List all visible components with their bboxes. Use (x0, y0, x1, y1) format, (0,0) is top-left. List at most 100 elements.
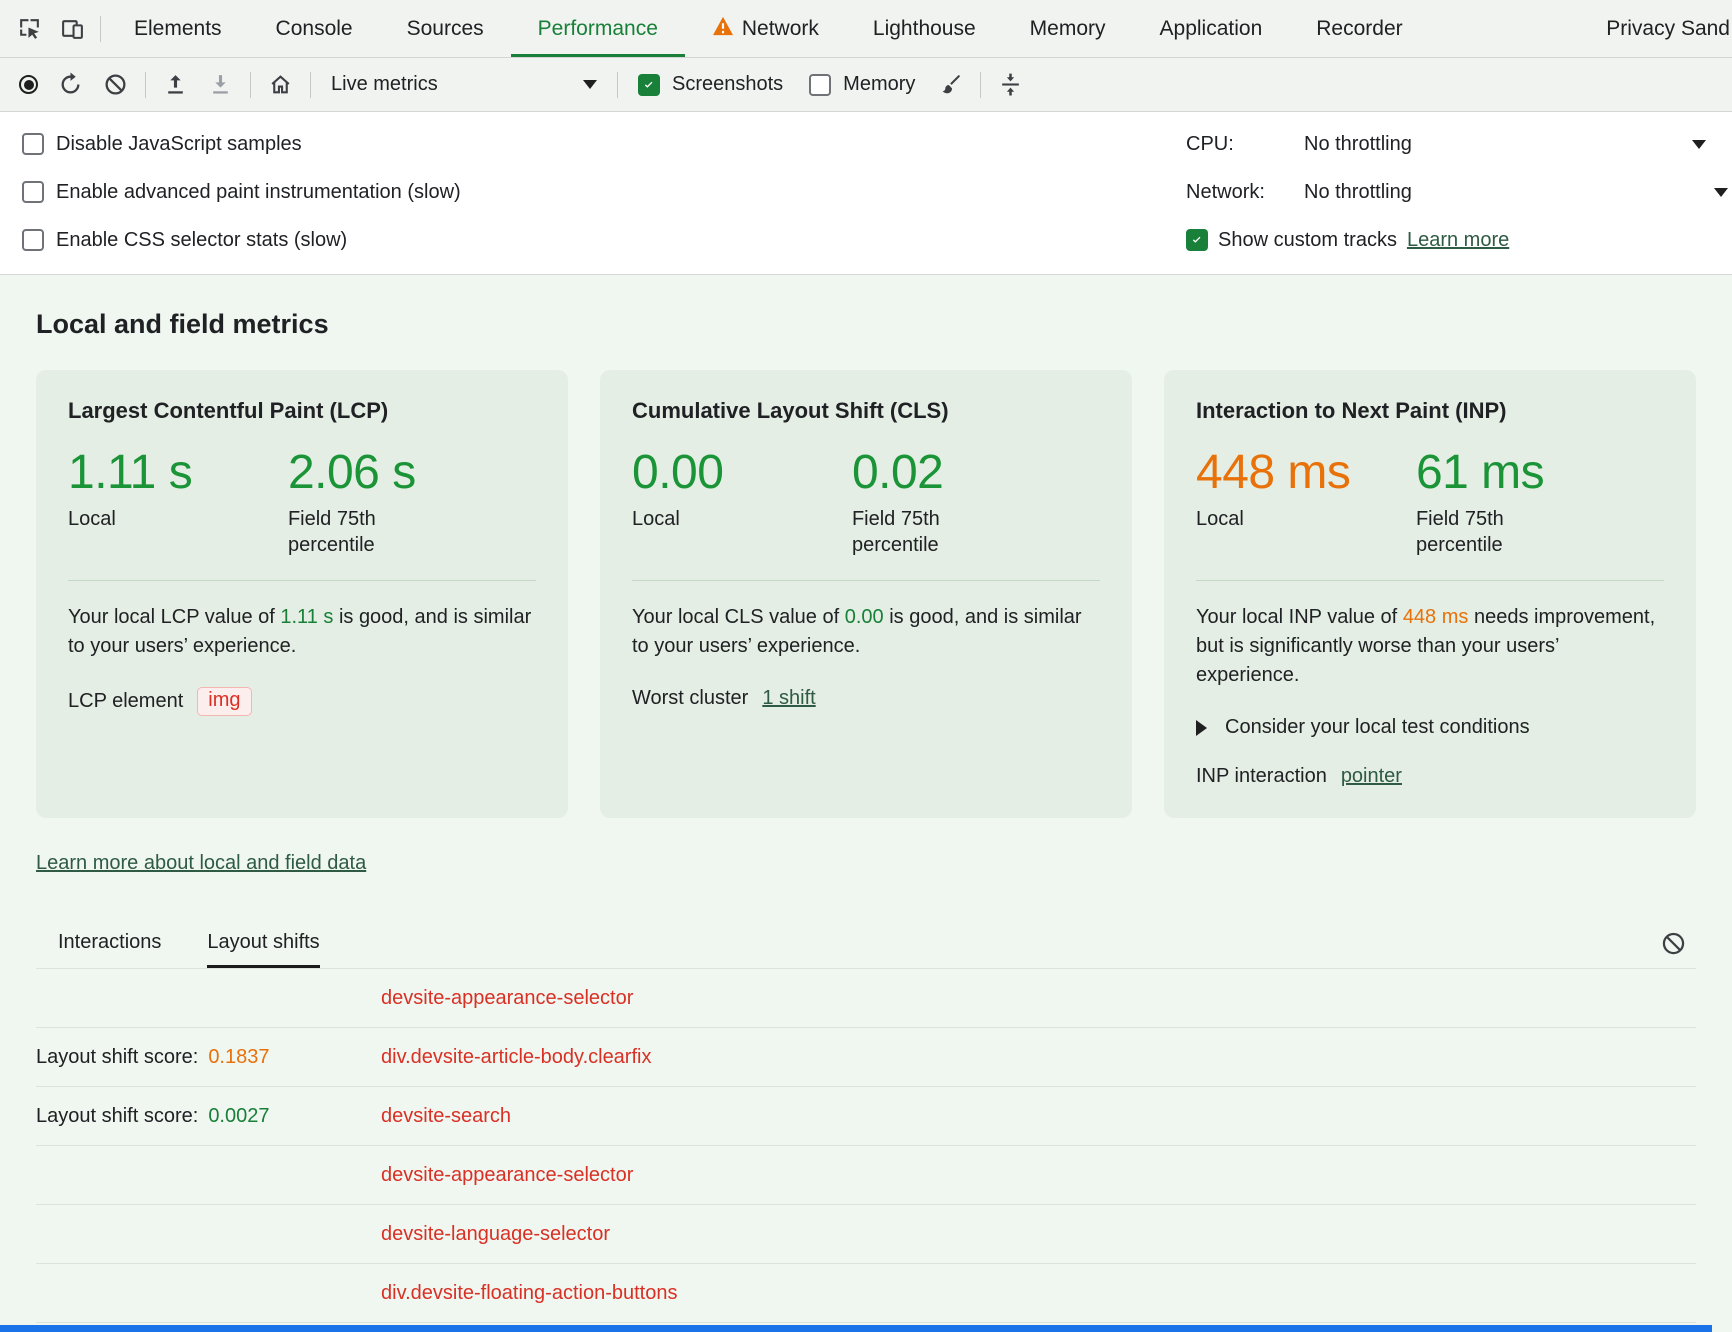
element-link[interactable]: devsite-appearance-selector (381, 1164, 633, 1187)
tab-recorder[interactable]: Recorder (1289, 0, 1429, 57)
tab-sources[interactable]: Sources (380, 0, 511, 57)
tab-layout-shifts[interactable]: Layout shifts (207, 931, 319, 968)
lcp-card-title: Largest Contentful Paint (LCP) (68, 398, 536, 424)
element-link[interactable]: div.devsite-floating-action-buttons (381, 1282, 677, 1305)
lcp-field-value: 2.06 s (288, 448, 508, 498)
home-icon[interactable] (259, 67, 302, 102)
checkbox-unchecked-icon (22, 133, 44, 155)
warning-triangle-icon (712, 16, 734, 42)
brush-icon[interactable] (929, 67, 972, 102)
local-test-conditions-expander[interactable]: Consider your local test conditions (1196, 716, 1664, 739)
lcp-field-label: Field 75th percentile (288, 506, 428, 558)
reload-record-icon[interactable] (49, 67, 92, 102)
element-link[interactable]: div.devsite-article-body.clearfix (381, 1046, 651, 1069)
page-title: Local and field metrics (36, 275, 1696, 340)
devtools-window: Elements Console Sources Performance Net… (0, 0, 1732, 1332)
device-toolbar-icon[interactable] (51, 11, 94, 46)
network-throttling-select[interactable]: Network: No throttling (1186, 168, 1706, 216)
layout-shift-row[interactable]: devsite-language-selector (36, 1205, 1696, 1264)
separator (145, 72, 146, 98)
layout-shift-row[interactable]: Layout shift score: 0.1837 div.devsite-a… (36, 1028, 1696, 1087)
layout-shift-row[interactable]: div.devsite-floating-action-buttons (36, 1264, 1696, 1323)
inp-local-value: 448 ms (1196, 448, 1416, 498)
checkbox-unchecked-icon (22, 181, 44, 203)
learn-more-local-field-link[interactable]: Learn more about local and field data (36, 852, 366, 874)
element-link[interactable]: devsite-search (381, 1105, 511, 1128)
lcp-local-value: 1.11 s (68, 448, 288, 498)
separator (980, 72, 981, 98)
memory-checkbox[interactable]: Memory (797, 73, 927, 96)
cls-local-value: 0.00 (632, 448, 852, 498)
cls-card: Cumulative Layout Shift (CLS) 0.00 Local… (600, 370, 1132, 818)
layout-shift-row[interactable]: devsite-appearance-selector (36, 1146, 1696, 1205)
live-metrics-dropdown[interactable]: Live metrics (319, 69, 609, 100)
tab-elements[interactable]: Elements (107, 0, 249, 57)
lcp-element-chip[interactable]: img (197, 687, 251, 716)
cpu-throttling-select[interactable]: CPU: No throttling (1186, 120, 1706, 168)
devtools-tabbar: Elements Console Sources Performance Net… (0, 0, 1732, 58)
inp-interaction-label: INP interaction (1196, 765, 1327, 788)
clear-icon[interactable] (94, 67, 137, 102)
chevron-down-icon (1692, 140, 1706, 149)
css-selector-stats-checkbox[interactable]: Enable CSS selector stats (slow) (14, 216, 469, 264)
lcp-card: Largest Contentful Paint (LCP) 1.11 s Lo… (36, 370, 568, 818)
chevron-down-icon (583, 80, 597, 89)
separator (250, 72, 251, 98)
tab-lighthouse[interactable]: Lighthouse (846, 0, 1003, 57)
throttling-options: CPU: No throttling Network: No throttlin… (1186, 120, 1706, 264)
element-link[interactable]: devsite-language-selector (381, 1223, 610, 1246)
divider (68, 580, 536, 581)
tab-network[interactable]: Network (685, 0, 846, 57)
tab-privacy-sandbox[interactable]: Privacy Sand (1579, 0, 1732, 57)
worst-cluster-label: Worst cluster (632, 687, 748, 710)
cls-field-label: Field 75th percentile (852, 506, 992, 558)
live-metrics-view: Local and field metrics Largest Contentf… (0, 275, 1732, 1332)
disable-js-samples-checkbox[interactable]: Disable JavaScript samples (14, 120, 469, 168)
clear-log-icon[interactable] (1651, 925, 1696, 962)
advanced-paint-checkbox[interactable]: Enable advanced paint instrumentation (s… (14, 168, 469, 216)
tab-interactions[interactable]: Interactions (58, 931, 161, 968)
triangle-right-icon (1196, 720, 1207, 736)
layout-shift-row[interactable]: devsite-appearance-selector (36, 969, 1696, 1028)
worst-cluster-link[interactable]: 1 shift (762, 687, 815, 710)
learn-more-link[interactable]: Learn more (1407, 229, 1509, 252)
load-profile-icon[interactable] (154, 67, 197, 102)
inp-interaction-link[interactable]: pointer (1341, 765, 1402, 788)
inp-card: Interaction to Next Paint (INP) 448 ms L… (1164, 370, 1696, 818)
cls-field-value: 0.02 (852, 448, 1072, 498)
tab-memory[interactable]: Memory (1003, 0, 1133, 57)
capture-options: Disable JavaScript samples Enable advanc… (0, 112, 1732, 275)
inp-field-value: 61 ms (1416, 448, 1636, 498)
metric-cards: Largest Contentful Paint (LCP) 1.11 s Lo… (36, 370, 1696, 818)
checkbox-unchecked-icon (809, 74, 831, 96)
tab-console[interactable]: Console (249, 0, 380, 57)
save-profile-icon[interactable] (199, 67, 242, 102)
divider (1196, 580, 1664, 581)
checkbox-checked-icon[interactable] (1186, 229, 1208, 251)
separator (617, 72, 618, 98)
cls-local-label: Local (632, 506, 852, 532)
record-icon[interactable] (10, 70, 47, 99)
collapse-icon[interactable] (989, 67, 1032, 102)
inp-description: Your local INP value of 448 ms needs imp… (1196, 603, 1664, 690)
panel-tabs: Elements Console Sources Performance Net… (107, 0, 1732, 57)
layout-shift-row[interactable]: Layout shift score: 0.0027 devsite-searc… (36, 1087, 1696, 1146)
element-link[interactable]: devsite-appearance-selector (381, 987, 633, 1010)
tab-performance[interactable]: Performance (511, 0, 685, 57)
lcp-local-label: Local (68, 506, 288, 532)
inp-card-title: Interaction to Next Paint (INP) (1196, 398, 1664, 424)
layout-shifts-table: devsite-appearance-selector Layout shift… (36, 969, 1696, 1323)
inp-interaction-row: INP interaction pointer (1196, 765, 1664, 788)
inspect-element-icon[interactable] (8, 11, 51, 46)
checkbox-checked-icon (638, 74, 660, 96)
tabbar-left-icons (8, 0, 107, 57)
chevron-down-icon (1714, 188, 1728, 197)
tab-application[interactable]: Application (1133, 0, 1290, 57)
worst-cluster-row: Worst cluster 1 shift (632, 687, 1100, 710)
lcp-element-label: LCP element (68, 690, 183, 713)
shift-score-value: 0.1837 (208, 1046, 269, 1069)
shift-score-value: 0.0027 (208, 1105, 269, 1128)
inp-local-label: Local (1196, 506, 1416, 532)
screenshots-checkbox[interactable]: Screenshots (626, 73, 795, 96)
separator (100, 16, 101, 42)
